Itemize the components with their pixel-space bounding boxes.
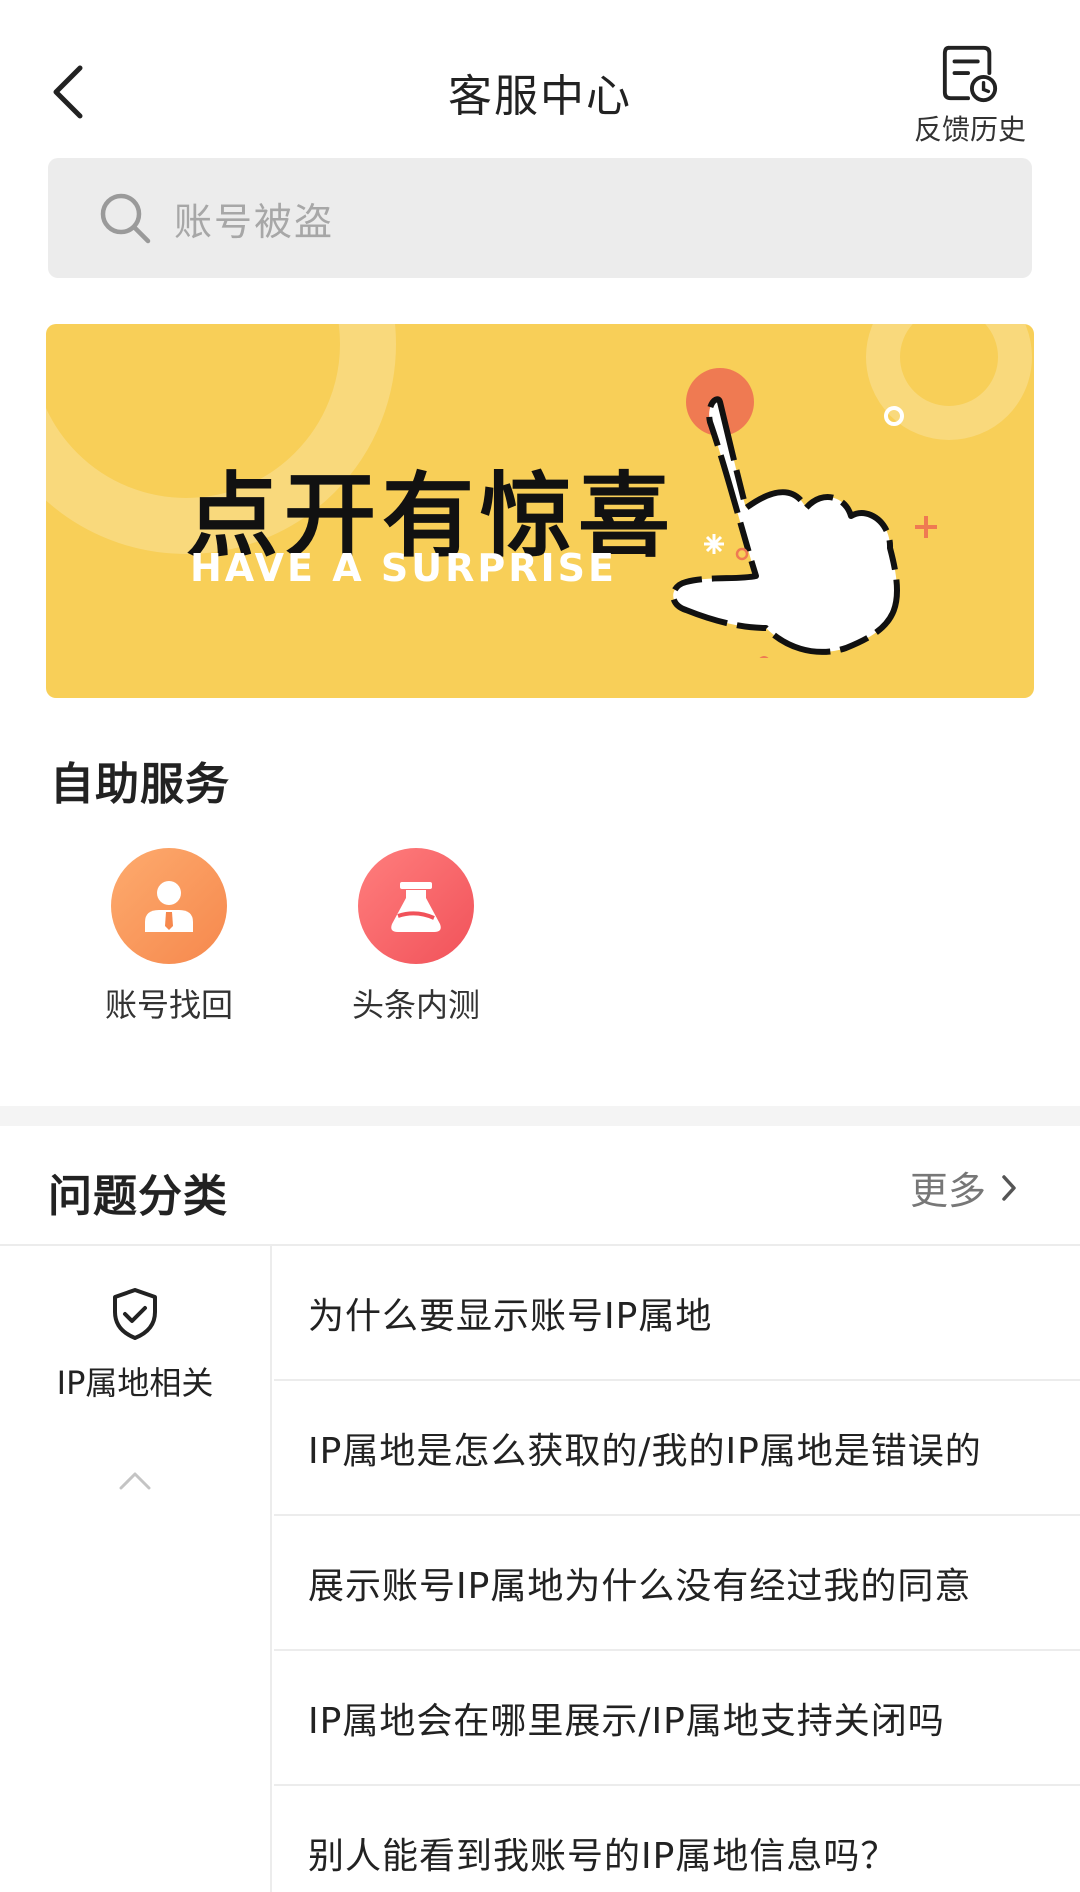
question-text: 别人能看到我账号的IP属地信息吗？ — [308, 1835, 898, 1877]
banner-subtitle: HAVE A SURPRISE — [190, 546, 617, 590]
question-list: 为什么要显示账号IP属地 IP属地是怎么获取的/我的IP属地是错误的 展示账号I… — [274, 1246, 1080, 1892]
category-item-ip-location[interactable]: IP属地相关 — [0, 1286, 270, 1404]
search-placeholder: 账号被盗 — [174, 199, 335, 244]
feedback-history-label: 反馈历史 — [913, 113, 1026, 146]
self-service-title: 自助服务 — [50, 759, 230, 810]
header-bar: 客服中心 反馈历史 — [0, 0, 1080, 158]
list-item[interactable]: 为什么要显示账号IP属地 — [274, 1246, 1080, 1381]
question-text: 展示账号IP属地为什么没有经过我的同意 — [308, 1565, 972, 1607]
list-item[interactable]: IP属地是怎么获取的/我的IP属地是错误的 — [274, 1381, 1080, 1516]
person-icon — [145, 881, 193, 932]
promo-banner[interactable]: 点开有惊喜 HAVE A SURPRISE — [46, 324, 1034, 698]
question-text: IP属地是怎么获取的/我的IP属地是错误的 — [308, 1430, 982, 1472]
service-icon-circle — [111, 848, 227, 964]
section-divider — [0, 1106, 1080, 1126]
search-icon — [100, 193, 151, 244]
question-text: 为什么要显示账号IP属地 — [308, 1295, 713, 1337]
question-text: IP属地会在哪里展示/IP属地支持关闭吗 — [308, 1700, 945, 1742]
more-label: 更多 — [909, 1169, 986, 1213]
list-item[interactable]: 展示账号IP属地为什么没有经过我的同意 — [274, 1516, 1080, 1651]
list-item[interactable]: IP属地会在哪里展示/IP属地支持关闭吗 — [274, 1651, 1080, 1786]
service-icon-circle — [358, 848, 474, 964]
chevron-up-icon[interactable] — [115, 1464, 155, 1494]
category-sidebar: IP属地相关 — [0, 1246, 272, 1892]
search-input[interactable]: 账号被盗 — [48, 158, 1032, 278]
chevron-right-icon — [1002, 1174, 1016, 1201]
flask-icon — [391, 882, 441, 932]
list-item[interactable]: 别人能看到我账号的IP属地信息吗？ — [274, 1786, 1080, 1892]
history-document-icon — [942, 45, 998, 103]
feedback-history-button[interactable]: 反馈历史 — [906, 44, 1034, 148]
customer-service-page: 客服中心 反馈历史 账号被盗 点开有惊喜 HAVE A SURPRISE 自助服… — [0, 0, 1080, 1892]
category-label: IP属地相关 — [56, 1364, 214, 1402]
more-button[interactable]: 更多 — [910, 1160, 1024, 1215]
shield-check-icon — [113, 1288, 157, 1340]
pointing-hand-icon — [670, 368, 937, 658]
service-beta-test[interactable]: 头条内测 — [336, 848, 496, 1026]
categories-title: 问题分类 — [48, 1171, 228, 1222]
service-account-recovery[interactable]: 账号找回 — [89, 848, 249, 1026]
service-label: 账号找回 — [104, 986, 233, 1024]
service-label: 头条内测 — [351, 986, 480, 1024]
